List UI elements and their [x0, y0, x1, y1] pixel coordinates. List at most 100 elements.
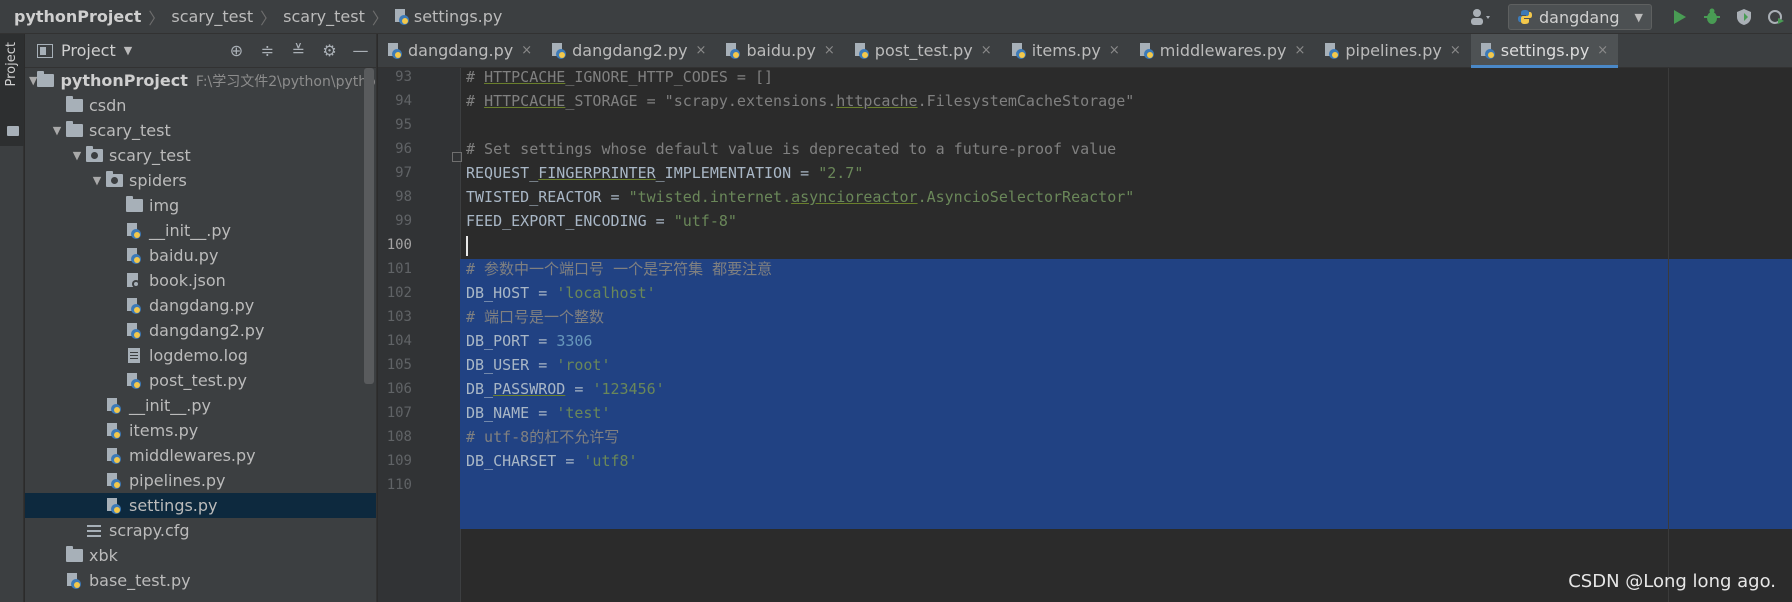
- code-token: DB_CHARSET =: [466, 452, 584, 470]
- code-token: _IGNORE_HTTP_CODES = []: [565, 68, 774, 86]
- editor-tab[interactable]: dangdang.py ×: [378, 34, 542, 67]
- code-line[interactable]: 101 # 参数中一个端口号 一个是字符集 都要注意: [378, 256, 1792, 283]
- editor-tab[interactable]: baidu.py ×: [716, 34, 844, 67]
- tree-item[interactable]: ▼ spiders: [25, 168, 376, 193]
- tree-item[interactable]: baidu.py: [25, 243, 376, 268]
- line-number: 101: [386, 261, 412, 277]
- close-icon[interactable]: ×: [981, 43, 992, 58]
- chevron-right-icon: 〉: [148, 8, 165, 28]
- code-token: # 参数中一个端口号 一个是字符集 都要注意: [466, 260, 773, 278]
- tree-item-label: middlewares.py: [129, 446, 256, 465]
- code-token: TWISTED_REACTOR =: [466, 188, 629, 206]
- caret-down-icon[interactable]: ▼: [124, 44, 132, 57]
- gear-icon[interactable]: ⚙: [314, 41, 345, 60]
- tree-item[interactable]: scrapy.cfg: [25, 518, 376, 543]
- project-scrollbar[interactable]: [364, 68, 374, 384]
- tree-item[interactable]: post_test.py: [25, 368, 376, 393]
- editor-tab[interactable]: items.py ×: [1002, 34, 1130, 67]
- tree-item[interactable]: ▼ scary_test: [25, 143, 376, 168]
- tree-item[interactable]: ▼ scary_test: [25, 118, 376, 143]
- breadcrumb-file[interactable]: settings.py: [414, 7, 503, 26]
- close-icon[interactable]: ×: [696, 43, 707, 58]
- run-button[interactable]: [1664, 4, 1696, 30]
- code-line[interactable]: 105 DB_USER = 'root': [378, 352, 1792, 379]
- code-line[interactable]: 103 # 端口号是一个整数: [378, 304, 1792, 331]
- close-icon[interactable]: ×: [521, 43, 532, 58]
- code-token: 3306: [556, 332, 593, 350]
- code-line[interactable]: 94 # HTTPCACHE_STORAGE = "scrapy.extensio…: [378, 88, 1792, 115]
- code-token: #: [466, 68, 485, 86]
- code-token: .FilesystemCacheStorage": [917, 92, 1135, 110]
- chevron-down-icon[interactable]: ▼: [69, 149, 85, 162]
- tree-item-label: dangdang.py: [149, 296, 255, 315]
- run-configuration-select[interactable]: dangdang ▼: [1508, 4, 1652, 30]
- close-icon[interactable]: ×: [1450, 43, 1461, 58]
- close-icon[interactable]: ×: [824, 43, 835, 58]
- line-number: 100: [386, 237, 412, 253]
- python-file-icon: [854, 42, 875, 59]
- code-line[interactable]: 109 DB_CHARSET = 'utf8': [378, 448, 1792, 475]
- code-line[interactable]: 107 DB_NAME = 'test': [378, 400, 1792, 427]
- python-file-icon: [1325, 42, 1345, 59]
- code-line[interactable]: 106 DB_PASSWROD = '123456': [378, 376, 1792, 403]
- editor-tab[interactable]: settings.py ×: [1470, 34, 1619, 68]
- code-line[interactable]: 104 DB_PORT = 3306: [378, 328, 1792, 355]
- tree-root[interactable]: ▼ pythonProject F:\学习文件2\python\python: [25, 68, 376, 93]
- tree-item[interactable]: __init__.py: [25, 218, 376, 243]
- expand-all-icon[interactable]: ≑: [252, 41, 283, 60]
- tree-item[interactable]: dangdang2.py: [25, 318, 376, 343]
- code-line[interactable]: 100: [378, 232, 1792, 259]
- tree-item[interactable]: dangdang.py: [25, 293, 376, 318]
- project-tool-window-tab[interactable]: Project: [0, 34, 24, 146]
- code-line[interactable]: 102 DB_HOST = 'localhost': [378, 280, 1792, 307]
- tree-item[interactable]: xbk: [25, 543, 376, 568]
- breadcrumb-project[interactable]: pythonProject: [14, 7, 141, 26]
- breadcrumb-folder-2[interactable]: scary_test: [283, 7, 365, 26]
- tree-item[interactable]: base_test.py: [25, 568, 376, 593]
- python-file-icon: [105, 422, 123, 439]
- close-icon[interactable]: ×: [1109, 43, 1120, 58]
- code-line[interactable]: 110: [378, 472, 1792, 499]
- locate-icon[interactable]: ⊕: [221, 41, 252, 60]
- tree-item[interactable]: __init__.py: [25, 393, 376, 418]
- code-line[interactable]: 108 # utf-8的杠不允许写: [378, 424, 1792, 451]
- editor-tab[interactable]: post_test.py ×: [845, 34, 1002, 67]
- debug-button[interactable]: [1696, 4, 1728, 30]
- code-line[interactable]: 99 FEED_EXPORT_ENCODING = "utf-8": [378, 208, 1792, 235]
- breadcrumb-folder-1[interactable]: scary_test: [171, 7, 253, 26]
- editor-tab[interactable]: middlewares.py ×: [1130, 34, 1316, 67]
- close-icon[interactable]: ×: [1597, 43, 1608, 58]
- code-token: # 端口号是一个整数: [466, 308, 605, 326]
- code-line[interactable]: 96 # Set settings whose default value is …: [378, 136, 1792, 163]
- user-icon[interactable]: [1464, 6, 1498, 28]
- editor-tab[interactable]: dangdang2.py ×: [542, 34, 716, 67]
- line-number: 106: [386, 381, 412, 397]
- editor-tab[interactable]: pipelines.py ×: [1315, 34, 1470, 67]
- chevron-down-icon[interactable]: ▼: [29, 74, 37, 87]
- chevron-down-icon[interactable]: ▼: [49, 124, 65, 137]
- code-line[interactable]: 97 REQUEST_FINGERPRINTER_IMPLEMENTATION =…: [378, 160, 1792, 187]
- python-file-icon: [105, 397, 123, 414]
- chevron-down-icon[interactable]: ▼: [89, 174, 105, 187]
- tree-item[interactable]: img: [25, 193, 376, 218]
- tree-item[interactable]: logdemo.log: [25, 343, 376, 368]
- tree-item[interactable]: middlewares.py: [25, 443, 376, 468]
- tree-item[interactable]: book.json: [25, 268, 376, 293]
- line-number: 104: [386, 333, 412, 349]
- tree-item[interactable]: settings.py: [25, 493, 376, 518]
- code-line[interactable]: 98 TWISTED_REACTOR = "twisted.internet.as…: [378, 184, 1792, 211]
- close-icon[interactable]: ×: [1294, 43, 1305, 58]
- collapse-all-icon[interactable]: ≚: [283, 41, 314, 60]
- tree-item[interactable]: pipelines.py: [25, 468, 376, 493]
- code-editor[interactable]: 93 # HTTPCACHE_IGNORE_HTTP_CODES = [] 94 # …: [378, 68, 1792, 602]
- hide-icon[interactable]: —: [345, 41, 376, 60]
- project-view-title[interactable]: Project: [61, 41, 116, 60]
- profile-button[interactable]: [1760, 4, 1792, 30]
- tree-item-label: __init__.py: [129, 396, 212, 415]
- code-line[interactable]: 95: [378, 112, 1792, 139]
- code-text: DB_PASSWROD = '123456': [466, 376, 665, 403]
- tree-item[interactable]: items.py: [25, 418, 376, 443]
- python-file-icon: [105, 472, 123, 489]
- tree-item[interactable]: csdn: [25, 93, 376, 118]
- coverage-button[interactable]: [1728, 4, 1760, 30]
